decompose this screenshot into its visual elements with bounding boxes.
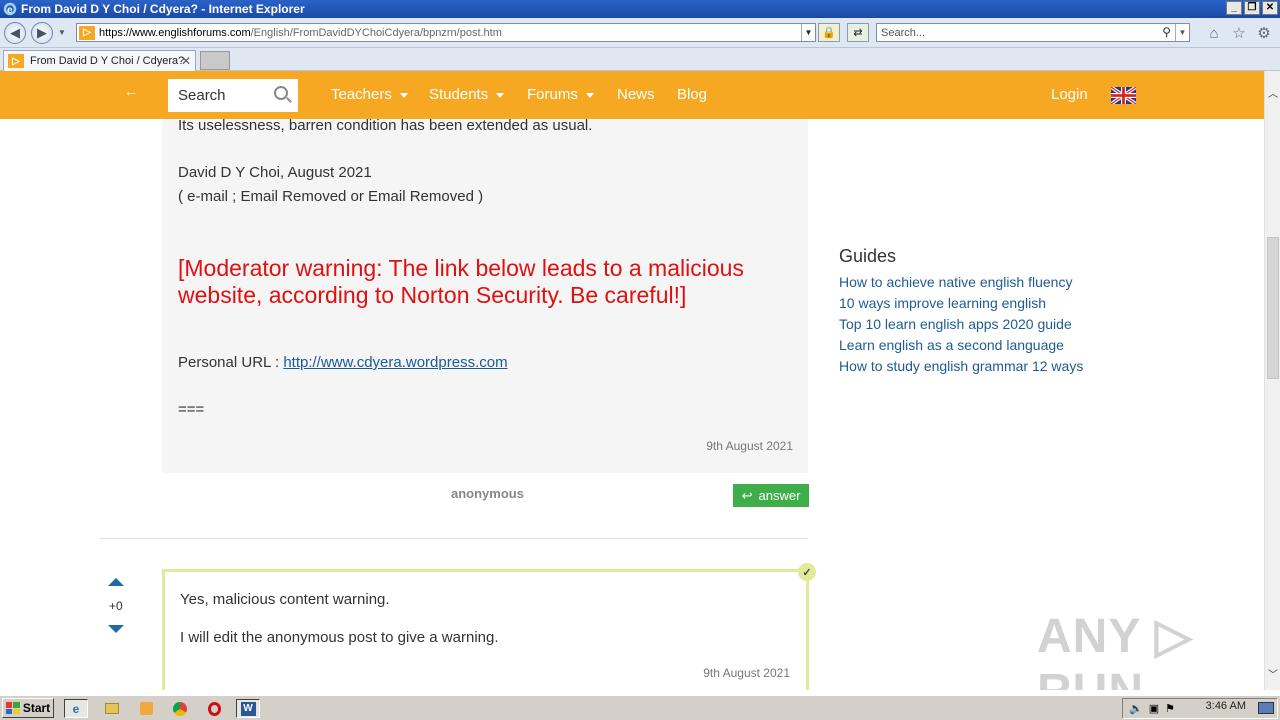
action-center-flag-icon[interactable]: ⚑ xyxy=(1165,702,1175,715)
volume-icon[interactable]: 🔈 xyxy=(1129,702,1143,715)
taskbar-media-player-icon[interactable] xyxy=(134,699,158,718)
post-divider xyxy=(100,538,808,539)
nav-teachers[interactable]: Teachers xyxy=(331,86,408,103)
windows-logo-icon xyxy=(5,702,20,714)
post-body: Its uselessness, barren condition has be… xyxy=(162,107,808,473)
guide-link[interactable]: Learn english as a second language xyxy=(839,337,1064,353)
post-text-line: Its uselessness, barren condition has be… xyxy=(178,117,593,134)
address-bar[interactable]: ▷ https://www.englishforums.com/English/… xyxy=(76,23,816,42)
minimize-button[interactable]: _ xyxy=(1226,1,1242,15)
scroll-thumb[interactable] xyxy=(1267,237,1279,379)
anyrun-watermark: ANY ▷ RUN xyxy=(1037,610,1193,690)
downvote-arrow-icon[interactable] xyxy=(108,625,124,633)
personal-url-line: Personal URL : http://www.cdyera.wordpre… xyxy=(178,354,508,371)
back-arrow-icon: ◀ xyxy=(10,25,20,40)
close-tab-icon[interactable]: ✕ xyxy=(181,54,191,68)
nav-forums[interactable]: Forums xyxy=(527,86,594,103)
windows-taskbar: Start e W 🔈 ▣ ⚑ 3:46 AM xyxy=(0,694,1280,720)
window-title-bar: e From David D Y Choi / Cdyera? - Intern… xyxy=(0,0,1280,18)
vote-count: +0 xyxy=(109,599,123,613)
window-title: From David D Y Choi / Cdyera? - Internet… xyxy=(21,2,305,16)
refresh-icon[interactable]: ⇄ xyxy=(847,23,869,42)
internet-explorer-icon: e xyxy=(2,1,18,17)
tools-gear-icon[interactable]: ⚙ xyxy=(1255,24,1273,42)
taskbar-chrome-icon[interactable] xyxy=(168,699,192,718)
nav-students[interactable]: Students xyxy=(429,86,505,103)
tab-strip: ▷ From David D Y Choi / Cdyera? ✕ xyxy=(0,48,1280,71)
site-header: ← Search Teachers Students Forums News B… xyxy=(0,71,1264,119)
scroll-up-icon[interactable]: ︿ xyxy=(1267,85,1279,100)
forward-button[interactable]: ▶ xyxy=(31,22,53,44)
new-tab-button[interactable] xyxy=(200,51,230,70)
show-desktop-icon[interactable] xyxy=(1258,702,1274,714)
tab-title: From David D Y Choi / Cdyera? xyxy=(30,55,185,67)
accepted-check-icon: ✓ xyxy=(798,563,816,581)
post-separator: === xyxy=(178,401,205,418)
guide-link[interactable]: How to achieve native english fluency xyxy=(839,274,1072,290)
site-search-input[interactable]: Search xyxy=(168,79,298,112)
browser-search-placeholder: Search... xyxy=(881,26,926,39)
chevron-down-icon xyxy=(496,92,505,98)
header-back-arrow-icon[interactable]: ← xyxy=(124,83,138,99)
clock[interactable]: 3:46 AM xyxy=(1206,700,1246,712)
search-dropdown-icon[interactable]: ▼ xyxy=(1175,24,1189,41)
reply-text-line: I will edit the anonymous post to give a… xyxy=(180,629,499,646)
lock-icon[interactable]: 🔒 xyxy=(818,23,840,42)
start-button[interactable]: Start xyxy=(2,698,54,718)
post-author[interactable]: anonymous xyxy=(451,486,524,501)
site-favicon-icon: ▷ xyxy=(79,25,95,40)
post-email-line: ( e-mail ; Email Removed or Email Remove… xyxy=(178,188,484,205)
network-icon[interactable]: ▣ xyxy=(1149,702,1159,715)
reply-date: 9th August 2021 xyxy=(703,666,790,680)
vertical-scrollbar[interactable]: ︿ ﹀ xyxy=(1264,71,1280,690)
home-icon[interactable]: ⌂ xyxy=(1205,24,1223,42)
forward-arrow-icon: ▶ xyxy=(37,25,47,40)
guide-link[interactable]: Top 10 learn english apps 2020 guide xyxy=(839,316,1072,332)
favorites-star-icon[interactable]: ☆ xyxy=(1230,24,1248,42)
post-date: 9th August 2021 xyxy=(706,439,793,453)
address-toolbar: ◀ ▶ ▼ ▷ https://www.englishforums.com/En… xyxy=(0,18,1280,48)
answer-button[interactable]: ↩ answer xyxy=(733,484,809,507)
reply-text-line: Yes, malicious content warning. xyxy=(180,591,390,608)
taskbar-opera-icon[interactable] xyxy=(202,699,226,718)
search-icon[interactable]: ⚲ xyxy=(1162,25,1171,39)
nav-blog[interactable]: Blog xyxy=(677,86,707,103)
back-button[interactable]: ◀ xyxy=(4,22,26,44)
close-window-button[interactable]: ✕ xyxy=(1262,1,1278,15)
answer-button-label: answer xyxy=(758,488,801,503)
taskbar-word-icon[interactable]: W xyxy=(236,699,260,718)
reply-arrow-icon: ↩ xyxy=(741,487,753,503)
url-host: https://www.englishforums.com xyxy=(99,26,251,39)
page-viewport: ← Search Teachers Students Forums News B… xyxy=(0,71,1264,690)
post-signature: David D Y Choi, August 2021 xyxy=(178,164,372,181)
taskbar-explorer-icon[interactable] xyxy=(100,699,124,718)
system-tray: 🔈 ▣ ⚑ xyxy=(1122,698,1278,719)
site-search-placeholder: Search xyxy=(178,87,226,104)
history-dropdown-icon[interactable]: ▼ xyxy=(58,28,66,37)
uk-flag-icon[interactable] xyxy=(1111,87,1136,104)
scroll-down-icon[interactable]: ﹀ xyxy=(1267,666,1279,681)
personal-url-link[interactable]: http://www.cdyera.wordpress.com xyxy=(283,354,507,371)
upvote-arrow-icon[interactable] xyxy=(108,578,124,586)
browser-search-input[interactable]: Search... ⚲ ▼ xyxy=(876,23,1190,42)
restore-button[interactable]: ❐ xyxy=(1244,1,1260,15)
taskbar-ie-icon[interactable]: e xyxy=(64,699,88,718)
magnifier-icon[interactable] xyxy=(274,86,288,100)
address-dropdown-icon[interactable]: ▼ xyxy=(801,24,815,41)
guide-link[interactable]: How to study english grammar 12 ways xyxy=(839,358,1083,374)
svg-text:e: e xyxy=(7,5,13,16)
moderator-warning: [Moderator warning: The link below leads… xyxy=(178,255,744,308)
tab-favicon-icon: ▷ xyxy=(8,54,24,68)
login-link[interactable]: Login xyxy=(1051,86,1088,103)
chevron-down-icon xyxy=(399,92,408,98)
start-label: Start xyxy=(22,701,51,715)
nav-news[interactable]: News xyxy=(617,86,655,103)
personal-url-label: Personal URL : xyxy=(178,354,284,371)
chevron-down-icon xyxy=(585,92,594,98)
tab-current[interactable]: ▷ From David D Y Choi / Cdyera? ✕ xyxy=(3,50,196,71)
guides-heading: Guides xyxy=(839,246,897,266)
url-path: /English/FromDavidDYChoiCdyera/bpnzrn/po… xyxy=(250,26,502,39)
reply-body: ✓ Yes, malicious content warning. I will… xyxy=(162,563,816,690)
guide-link[interactable]: 10 ways improve learning english xyxy=(839,295,1046,311)
